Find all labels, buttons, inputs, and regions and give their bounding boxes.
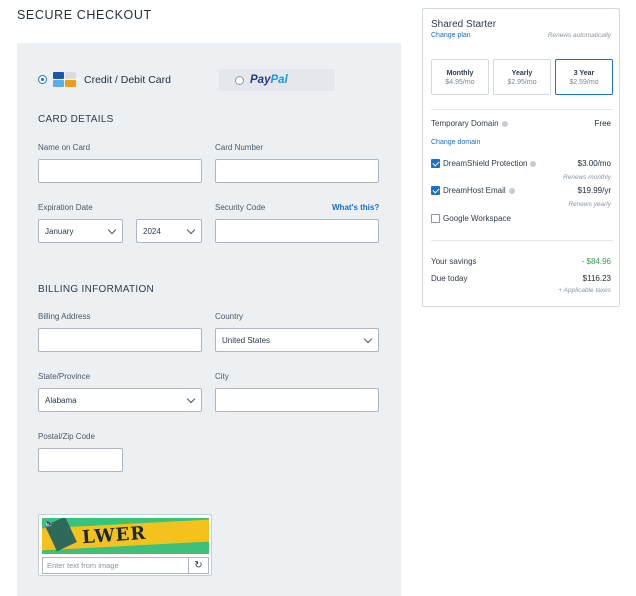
- temporary-domain-label: Temporary Domain: [431, 119, 508, 128]
- security-code-input[interactable]: [215, 219, 379, 243]
- name-on-card-label: Name on Card: [38, 143, 91, 152]
- paypal-radio[interactable]: [235, 75, 244, 85]
- plan-name: Shared Starter: [431, 19, 497, 30]
- expiration-year-value: 2024: [143, 226, 161, 236]
- term-option-yearly[interactable]: Yearly $2.95/mo: [493, 59, 551, 95]
- state-province-select[interactable]: Alabama: [38, 388, 202, 412]
- billing-address-label: Billing Address: [38, 312, 91, 321]
- billing-address-input[interactable]: [38, 328, 202, 352]
- speaker-icon[interactable]: 🔈: [44, 519, 54, 528]
- postal-zip-label: Postal/Zip Code: [38, 432, 95, 441]
- term-option-3-year[interactable]: 3 Year $2.59/mo: [555, 59, 613, 95]
- savings-value: - $84.96: [581, 257, 611, 266]
- credit-card-radio[interactable]: [38, 75, 47, 84]
- captcha-text: LWER: [81, 522, 147, 549]
- dreamhost-email-price: $19.99/yr: [577, 186, 611, 195]
- country-value: United States: [222, 335, 271, 345]
- city-input[interactable]: [215, 388, 379, 412]
- change-domain-link[interactable]: Change domain: [431, 139, 480, 146]
- addon-google-workspace[interactable]: Google Workspace: [431, 214, 511, 223]
- security-code-label: Security Code: [215, 203, 266, 212]
- country-label: Country: [215, 312, 244, 321]
- name-on-card-input[interactable]: [38, 159, 202, 183]
- order-summary-panel: Shared Starter Change plan Renews automa…: [422, 8, 620, 307]
- country-select[interactable]: United States: [215, 328, 379, 352]
- state-province-value: Alabama: [45, 395, 77, 405]
- chevron-down-icon: [363, 334, 373, 344]
- card-number-label: Card Number: [215, 143, 264, 152]
- renews-automatically-note: Renews automatically: [547, 32, 611, 39]
- captcha-input[interactable]: Enter text from image ↻: [42, 557, 209, 574]
- google-workspace-checkbox[interactable]: [431, 214, 440, 223]
- payment-option-paypal[interactable]: PayPal: [219, 69, 335, 91]
- applicable-taxes-note: + Applicable taxes: [558, 287, 611, 294]
- card-number-input[interactable]: [215, 159, 379, 183]
- captcha-placeholder: Enter text from image: [47, 561, 119, 570]
- captcha-widget: LWER 🔈 Enter text from image ↻: [38, 514, 212, 576]
- chevron-down-icon: [107, 225, 117, 235]
- divider: [431, 240, 613, 241]
- info-icon[interactable]: [508, 187, 515, 194]
- expiration-month-value: January: [45, 226, 74, 236]
- credit-cards-icon: [53, 72, 76, 87]
- divider: [431, 109, 613, 110]
- due-today-value: $116.23: [582, 274, 611, 283]
- dreamshield-renew-note: Renews monthly: [562, 174, 611, 181]
- expiration-year-select[interactable]: 2024: [136, 219, 202, 243]
- refresh-icon[interactable]: ↻: [188, 558, 208, 573]
- savings-label: Your savings: [431, 257, 477, 266]
- term-option-monthly[interactable]: Monthly $4.95/mo: [431, 59, 489, 95]
- expiration-month-select[interactable]: January: [38, 219, 123, 243]
- addon-dreamhost-email[interactable]: DreamHost Email: [431, 186, 515, 195]
- whats-this-link[interactable]: What's this?: [332, 203, 379, 212]
- chevron-down-icon: [186, 225, 196, 235]
- credit-card-label: Credit / Debit Card: [84, 73, 171, 86]
- page-title: SECURE CHECKOUT: [17, 8, 152, 22]
- payment-option-credit-card[interactable]: Credit / Debit Card: [38, 72, 171, 87]
- addon-dreamshield[interactable]: DreamShield Protection: [431, 159, 537, 168]
- state-province-label: State/Province: [38, 372, 91, 381]
- expiration-date-label: Expiration Date: [38, 203, 93, 212]
- paypal-logo-icon: PayPal: [250, 74, 288, 86]
- chevron-down-icon: [186, 394, 196, 404]
- info-icon[interactable]: [530, 160, 537, 167]
- dreamhost-email-renew-note: Renews yearly: [568, 201, 611, 208]
- card-details-heading: CARD DETAILS: [38, 114, 114, 125]
- postal-zip-input[interactable]: [38, 448, 123, 472]
- dreamshield-checkbox[interactable]: [431, 159, 440, 168]
- dreamshield-price: $3.00/mo: [577, 159, 611, 168]
- billing-information-heading: BILLING INFORMATION: [38, 284, 155, 295]
- city-label: City: [215, 372, 229, 381]
- captcha-image: LWER 🔈: [42, 518, 209, 554]
- change-plan-link[interactable]: Change plan: [431, 32, 471, 39]
- dreamhost-email-checkbox[interactable]: [431, 186, 440, 195]
- due-today-label: Due today: [431, 274, 468, 283]
- temporary-domain-value: Free: [594, 119, 611, 128]
- info-icon[interactable]: [501, 120, 508, 127]
